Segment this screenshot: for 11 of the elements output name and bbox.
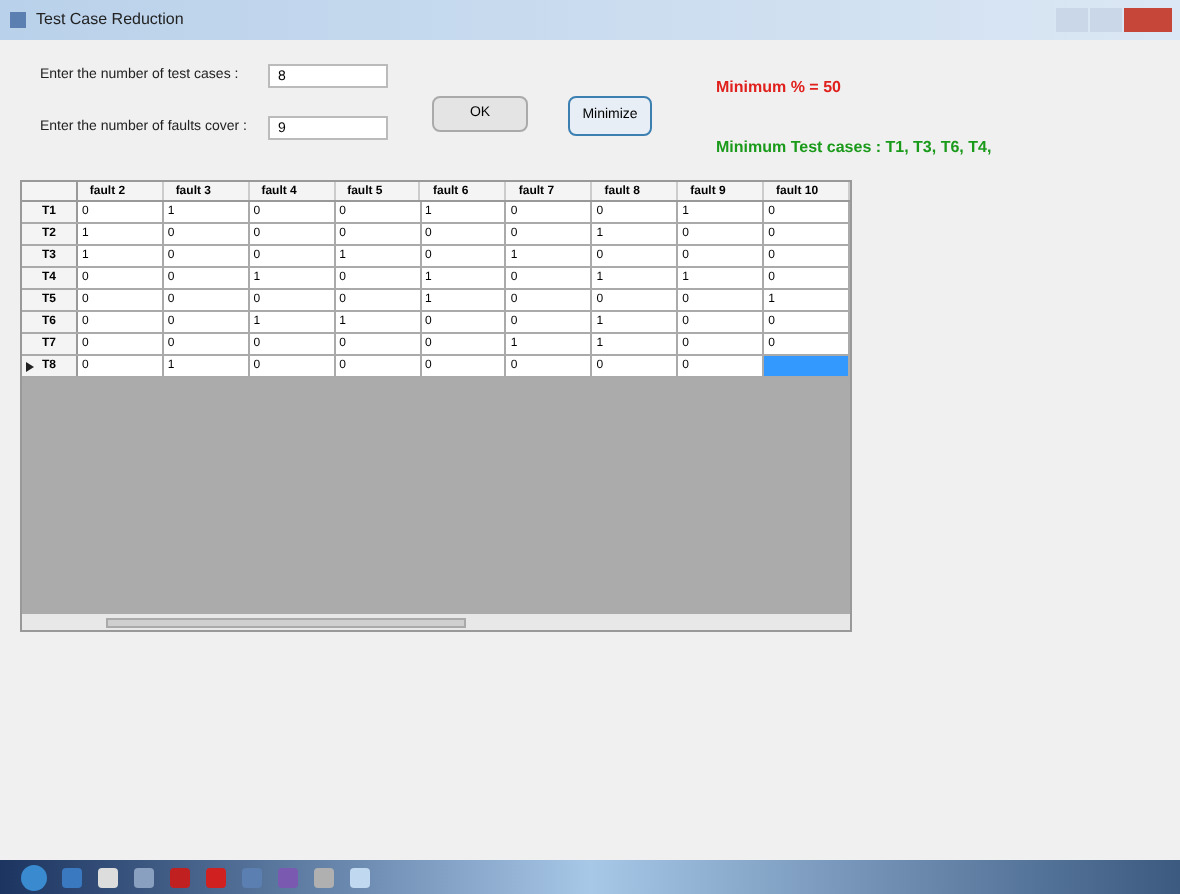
result-text: Minimum % = 50: [716, 76, 843, 100]
app-icon[interactable]: [132, 865, 156, 889]
start-icon[interactable]: [20, 863, 48, 891]
window-title: Test Case Reduction: [36, 8, 184, 32]
result-text: Minimum Test cases : T1, T3, T6, T4,: [716, 136, 992, 160]
app-icon: [8, 10, 28, 30]
close-button[interactable]: [1124, 8, 1172, 32]
app-icon[interactable]: [96, 865, 120, 889]
table-cell[interactable]: [764, 356, 850, 376]
horizontal-scrollbar[interactable]: [22, 614, 850, 630]
maximize-button[interactable]: [1090, 8, 1122, 32]
